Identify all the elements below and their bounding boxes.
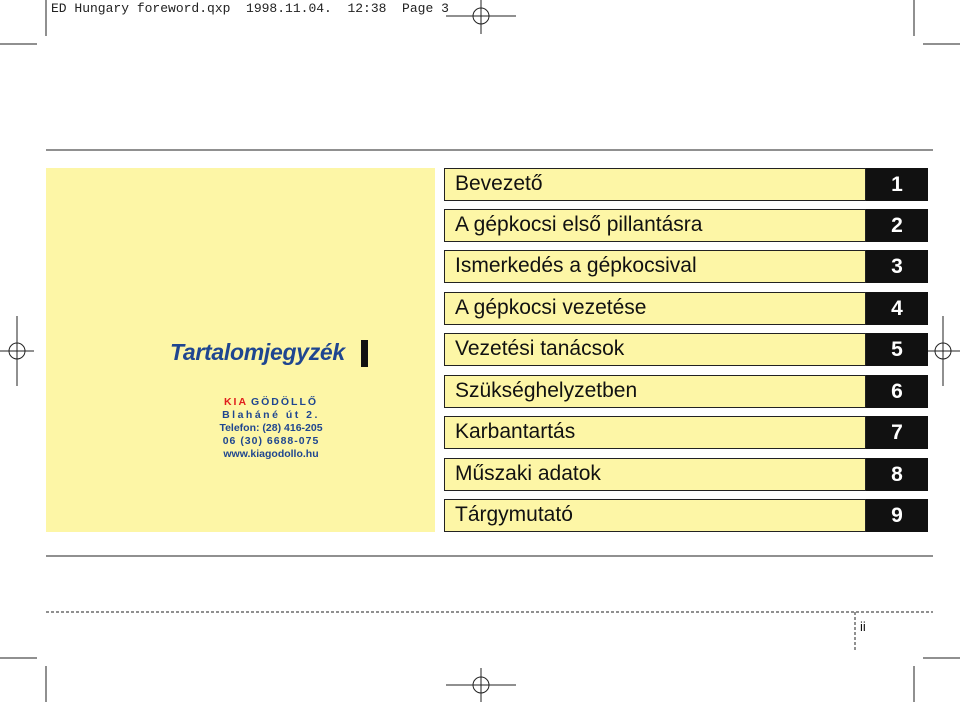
chapter-number-tab[interactable]: 3 (866, 250, 928, 283)
chapter-number: 8 (891, 463, 903, 486)
chapter-number-tab[interactable]: 5 (866, 333, 928, 366)
dealer-phone-2: 06 (30) 6688-075 (222, 435, 320, 447)
chapter-row-5[interactable]: Vezetési tanácsok 5 (444, 333, 928, 366)
chapter-number-tab[interactable]: 1 (866, 168, 928, 201)
dealer-address: Blaháné út 2. (222, 409, 320, 421)
dealer-phone-1: Telefon: (28) 416-205 (219, 422, 323, 434)
chapter-label: Karbantartás (455, 420, 576, 443)
title-bar-marker (361, 340, 368, 367)
chapter-label-box: A gépkocsi vezetése (444, 292, 866, 325)
chapter-number-tab[interactable]: 7 (866, 416, 928, 449)
dealer-name: KIA GÖDÖLLŐ (216, 396, 326, 409)
chapter-number: 6 (891, 380, 903, 403)
chapter-label-box: A gépkocsi első pillantásra (444, 209, 866, 242)
chapter-label: A gépkocsi első pillantásra (455, 213, 703, 236)
chapter-label: Bevezető (455, 172, 543, 195)
chapter-row-4[interactable]: A gépkocsi vezetése 4 (444, 292, 928, 325)
chapter-row-6[interactable]: Szükséghelyzetben 6 (444, 375, 928, 408)
dealer-stamp: KIA GÖDÖLLŐ Blaháné út 2. Telefon: (28) … (216, 396, 326, 461)
chapter-label-box: Műszaki adatok (444, 458, 866, 491)
dealer-website: www.kiagodollo.hu (223, 448, 319, 460)
chapter-label: Vezetési tanácsok (455, 337, 625, 360)
dealer-city: GÖDÖLLŐ (250, 396, 319, 408)
chapter-row-9[interactable]: Tárgymutató 9 (444, 499, 928, 532)
chapter-label-box: Karbantartás (444, 416, 866, 449)
chapter-row-3[interactable]: Ismerkedés a gépkocsival 3 (444, 250, 928, 283)
chapter-label-box: Ismerkedés a gépkocsival (444, 250, 866, 283)
chapter-label-box: Tárgymutató (444, 499, 866, 532)
chapter-number: 7 (891, 421, 903, 444)
page-number: ii (860, 619, 866, 634)
chapter-row-8[interactable]: Műszaki adatok 8 (444, 458, 928, 491)
chapter-label-box: Bevezető (444, 168, 866, 201)
chapter-row-1[interactable]: Bevezető 1 (444, 168, 928, 201)
chapter-label-box: Szükséghelyzetben (444, 375, 866, 408)
chapter-label: Ismerkedés a gépkocsival (455, 254, 697, 277)
chapter-number: 5 (891, 338, 903, 361)
chapter-row-2[interactable]: A gépkocsi első pillantásra 2 (444, 209, 928, 242)
chapter-row-7[interactable]: Karbantartás 7 (444, 416, 928, 449)
chapter-label-box: Vezetési tanácsok (444, 333, 866, 366)
chapter-number-tab[interactable]: 8 (866, 458, 928, 491)
chapter-number: 2 (891, 214, 903, 237)
toc-title: Tartalomjegyzék (170, 339, 345, 365)
chapter-number-tab[interactable]: 9 (866, 499, 928, 532)
chapter-number: 3 (891, 255, 903, 278)
dealer-brand: KIA (223, 396, 249, 408)
chapter-label: Szükséghelyzetben (455, 379, 638, 402)
chapter-label: Műszaki adatok (455, 462, 601, 485)
chapter-number: 9 (891, 504, 903, 527)
chapter-number-tab[interactable]: 2 (866, 209, 928, 242)
chapter-number-tab[interactable]: 4 (866, 292, 928, 325)
chapter-label: Tárgymutató (455, 503, 573, 526)
chapter-number-tab[interactable]: 6 (866, 375, 928, 408)
chapter-number: 1 (891, 173, 903, 196)
chapter-number: 4 (891, 297, 903, 320)
chapter-label: A gépkocsi vezetése (455, 296, 647, 319)
